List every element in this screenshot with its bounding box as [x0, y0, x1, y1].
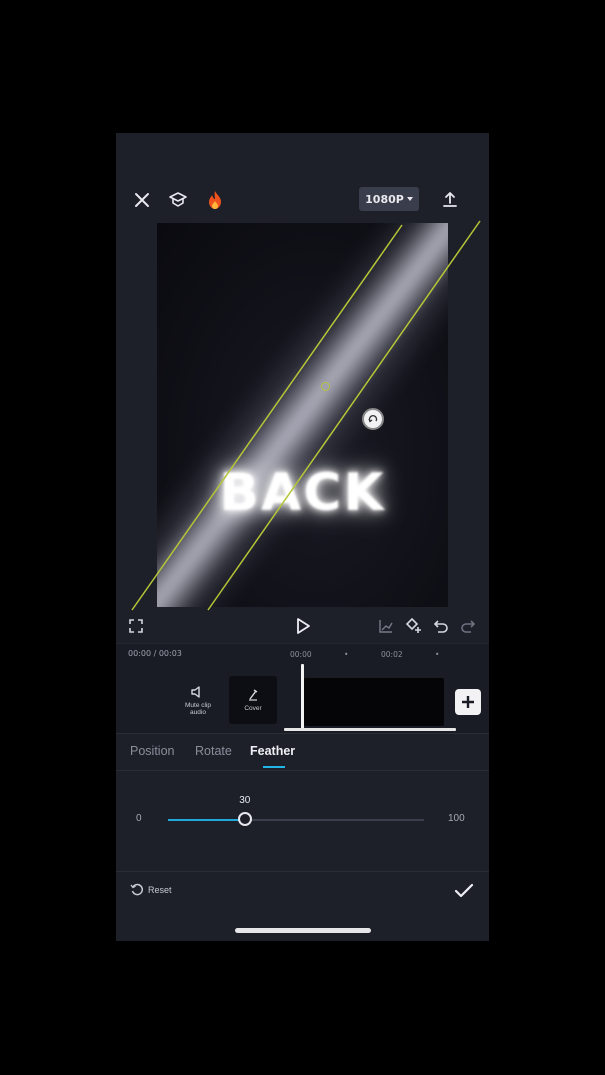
playback-controls	[116, 611, 489, 641]
time-tick: 00:00	[290, 650, 312, 659]
preview-text: BACK	[219, 463, 386, 523]
play-icon[interactable]	[292, 615, 314, 637]
resolution-label: 1080P	[365, 192, 404, 206]
tab-feather[interactable]: Feather	[250, 744, 295, 758]
time-tick: 00:02	[381, 650, 403, 659]
active-tab-indicator	[263, 766, 285, 768]
flame-icon[interactable]	[203, 188, 227, 212]
time-tick: •	[435, 650, 440, 659]
undo-icon[interactable]	[430, 615, 452, 637]
close-icon[interactable]	[130, 188, 154, 212]
mask-center-handle[interactable]	[321, 382, 330, 391]
redo-icon[interactable]	[457, 615, 479, 637]
home-indicator	[235, 928, 371, 933]
slider-fill	[168, 819, 245, 821]
timeline[interactable]: 00:00 / 00:03 00:00 • 00:02 • Mute clip …	[116, 643, 489, 734]
cover-button[interactable]: Cover	[229, 676, 277, 724]
slider-thumb[interactable]	[237, 812, 252, 826]
light-beam	[157, 223, 448, 607]
mask-tabs: Position Rotate Feather	[116, 733, 489, 770]
plus-icon	[462, 696, 474, 708]
feather-slider-panel: 0 30 100	[116, 770, 489, 871]
export-icon[interactable]	[438, 188, 462, 212]
fullscreen-icon[interactable]	[125, 615, 147, 637]
app-window: 1080P BACK 00:00 / 00:03 00:00 • 00:02 •…	[116, 133, 489, 941]
top-toolbar: 1080P	[116, 183, 489, 217]
resolution-button[interactable]: 1080P	[359, 187, 419, 211]
caret-down-icon	[406, 197, 413, 201]
reset-button[interactable]: Reset	[130, 883, 172, 897]
tab-rotate[interactable]: Rotate	[195, 744, 232, 758]
feather-slider[interactable]	[168, 812, 424, 826]
video-clip[interactable]	[304, 678, 444, 726]
cover-label: Cover	[244, 705, 262, 712]
tab-position[interactable]: Position	[130, 744, 174, 758]
keyframe-icon[interactable]	[403, 615, 425, 637]
time-readout: 00:00 / 00:03	[128, 649, 182, 658]
mute-clip-audio-button[interactable]: Mute clip audio	[174, 676, 222, 724]
playhead[interactable]	[301, 664, 304, 730]
footer-bar: Reset	[116, 871, 489, 912]
graduation-cap-icon[interactable]	[166, 188, 190, 212]
slider-min-label: 0	[136, 813, 142, 824]
reset-label: Reset	[148, 885, 172, 895]
add-clip-button[interactable]	[455, 689, 481, 715]
video-preview[interactable]: BACK	[157, 223, 448, 607]
checkmark-icon[interactable]	[453, 880, 475, 902]
mute-label: Mute clip audio	[184, 701, 211, 716]
slider-value-label: 30	[239, 795, 251, 806]
slider-max-label: 100	[448, 813, 465, 824]
time-tick: •	[344, 650, 349, 659]
mask-rotate-handle[interactable]	[362, 408, 384, 430]
clip-selection-bar	[284, 728, 456, 731]
pen-icon	[249, 689, 258, 701]
speaker-icon	[191, 685, 200, 698]
keyframe-graph-icon[interactable]	[375, 615, 397, 637]
reset-icon	[130, 883, 144, 896]
